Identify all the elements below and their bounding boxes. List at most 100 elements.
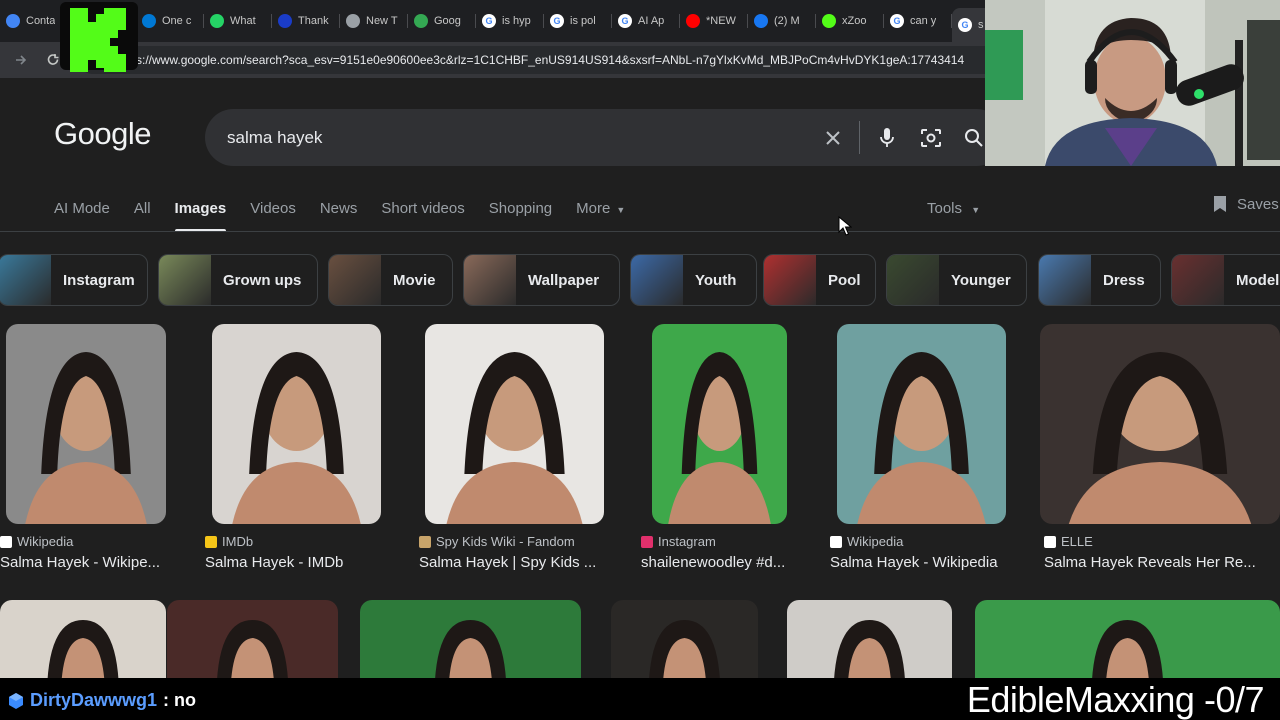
search-input[interactable]: salma hayek: [227, 128, 322, 148]
forward-button[interactable]: [6, 45, 36, 75]
result-source[interactable]: Wikipedia: [830, 534, 903, 549]
chip-pool[interactable]: Pool: [763, 254, 876, 306]
browser-tab[interactable]: Goog: [408, 6, 476, 36]
chip-younger[interactable]: Younger: [886, 254, 1027, 306]
tab-label: All: [133, 200, 151, 217]
chip-thumbnail: [0, 255, 51, 305]
result-source[interactable]: IMDb: [205, 534, 253, 549]
fandom-icon: [419, 535, 431, 548]
google-logo[interactable]: Google: [54, 116, 151, 152]
result-image[interactable]: [167, 600, 338, 690]
result-image[interactable]: [0, 600, 166, 690]
bookmark-icon: [1214, 196, 1226, 212]
search-divider: [859, 121, 860, 154]
google-icon: G: [890, 14, 904, 28]
chip-thumbnail: [1039, 255, 1091, 305]
tab-videos[interactable]: Videos: [250, 196, 296, 232]
chip-thumbnail: [329, 255, 381, 305]
saves-button[interactable]: Saves: [1213, 195, 1279, 213]
screen: Conta One c What Thank New T Goog Gis hyp Gis p…: [0, 0, 1280, 720]
tab-label: Videos: [250, 200, 296, 217]
arrow-right-icon: [16, 55, 27, 65]
tab-label: News: [319, 200, 358, 217]
tab-all[interactable]: All: [134, 196, 151, 232]
result-source-name: IMDb: [222, 534, 254, 549]
result-image[interactable]: [787, 600, 952, 690]
chip-instagram[interactable]: Instagram: [0, 254, 148, 306]
result-image[interactable]: [212, 324, 381, 524]
lens-search-button[interactable]: [918, 125, 944, 151]
imdb-icon: [205, 535, 217, 548]
browser-tab[interactable]: (2) M: [748, 6, 816, 36]
browser-tab[interactable]: *NEW: [680, 6, 748, 36]
browser-tab-title: Thank: [298, 15, 329, 27]
result-image[interactable]: [611, 600, 758, 690]
result-image[interactable]: [837, 324, 1006, 524]
tab-images[interactable]: Images: [174, 196, 227, 232]
browser-tab[interactable]: New T: [340, 6, 408, 36]
browser-tab-title: New T: [366, 15, 398, 27]
result-source-name: Instagram: [658, 534, 716, 549]
chip-model[interactable]: Model: [1171, 254, 1280, 306]
chip-label: Movie: [393, 271, 436, 289]
chrome-icon: [346, 14, 360, 28]
result-image[interactable]: [360, 600, 581, 690]
browser-tab[interactable]: xZoo: [816, 6, 884, 36]
tab-ai-mode[interactable]: AI Mode: [54, 196, 110, 232]
tab-news[interactable]: News: [320, 196, 358, 232]
browser-tab-title: (2) M: [774, 15, 800, 27]
result-source[interactable]: Wikipedia: [0, 534, 73, 549]
result-title[interactable]: shailenewoodley #d...: [641, 554, 785, 571]
result-title[interactable]: Salma Hayek Reveals Her Re...: [1044, 554, 1256, 571]
tab-short-videos[interactable]: Short videos: [381, 196, 464, 232]
browser-tab[interactable]: One c: [136, 6, 204, 36]
tab-more[interactable]: More ▼: [576, 196, 625, 232]
browser-tab[interactable]: Thank: [272, 6, 340, 36]
result-image[interactable]: [425, 324, 604, 524]
chip-dress[interactable]: Dress: [1038, 254, 1161, 306]
tab-shopping[interactable]: Shopping: [489, 196, 552, 232]
instagram-icon: [641, 535, 653, 548]
browser-tab[interactable]: What: [204, 6, 272, 36]
search-button[interactable]: [961, 125, 987, 151]
browser-tab-title: *NEW: [706, 15, 736, 27]
chip-label: Grown ups: [223, 271, 302, 289]
chip-youth[interactable]: Youth: [630, 254, 757, 306]
chip-wallpaper[interactable]: Wallpaper: [463, 254, 620, 306]
search-box[interactable]: salma hayek: [205, 109, 1005, 166]
tools-button[interactable]: Tools ▼: [927, 200, 980, 217]
clear-search-button[interactable]: [820, 125, 846, 151]
chip-movie[interactable]: Movie: [328, 254, 453, 306]
result-title[interactable]: Salma Hayek - IMDb: [205, 554, 343, 571]
browser-tab[interactable]: G AI Ap: [612, 6, 680, 36]
browser-tab[interactable]: Gs: [952, 8, 985, 42]
result-image[interactable]: [1040, 324, 1280, 524]
result-source[interactable]: Spy Kids Wiki - Fandom: [419, 534, 575, 549]
result-image[interactable]: [652, 324, 787, 524]
tab-label: Images: [174, 200, 227, 217]
openai-icon: G: [618, 14, 632, 28]
browser-tab[interactable]: Gcan y: [884, 6, 952, 36]
kick-icon: [822, 14, 836, 28]
result-title[interactable]: Salma Hayek | Spy Kids ...: [419, 554, 596, 571]
chat-badge-icon: [9, 692, 23, 709]
search-type-tabs: AI Mode All Images Videos News Short videos Sh…: [54, 196, 649, 232]
browser-tab[interactable]: Gis pol: [544, 6, 612, 36]
result-source[interactable]: ELLE: [1044, 534, 1093, 549]
result-source[interactable]: Instagram: [641, 534, 716, 549]
voice-search-button[interactable]: [874, 125, 900, 151]
chip-grown-ups[interactable]: Grown ups: [158, 254, 318, 306]
browser-tab-title: s: [978, 19, 984, 31]
result-title[interactable]: Salma Hayek - Wikipedia: [830, 554, 998, 571]
chip-thumbnail: [631, 255, 683, 305]
browser-tab-title: Conta: [26, 15, 56, 27]
result-image[interactable]: [6, 324, 166, 524]
chip-label: Dress: [1103, 271, 1145, 289]
result-image[interactable]: [975, 600, 1280, 690]
result-title[interactable]: Salma Hayek - Wikipe...: [0, 554, 160, 571]
address-bar[interactable]: https://www.google.com/search?sca_esv=91…: [78, 46, 985, 74]
microphone-icon: [880, 128, 894, 147]
close-icon: [826, 131, 840, 145]
related-search-chips: Instagram Grown ups Movie Wallpaper Youth Poo…: [0, 254, 1280, 306]
browser-tab[interactable]: Gis hyp: [476, 6, 544, 36]
